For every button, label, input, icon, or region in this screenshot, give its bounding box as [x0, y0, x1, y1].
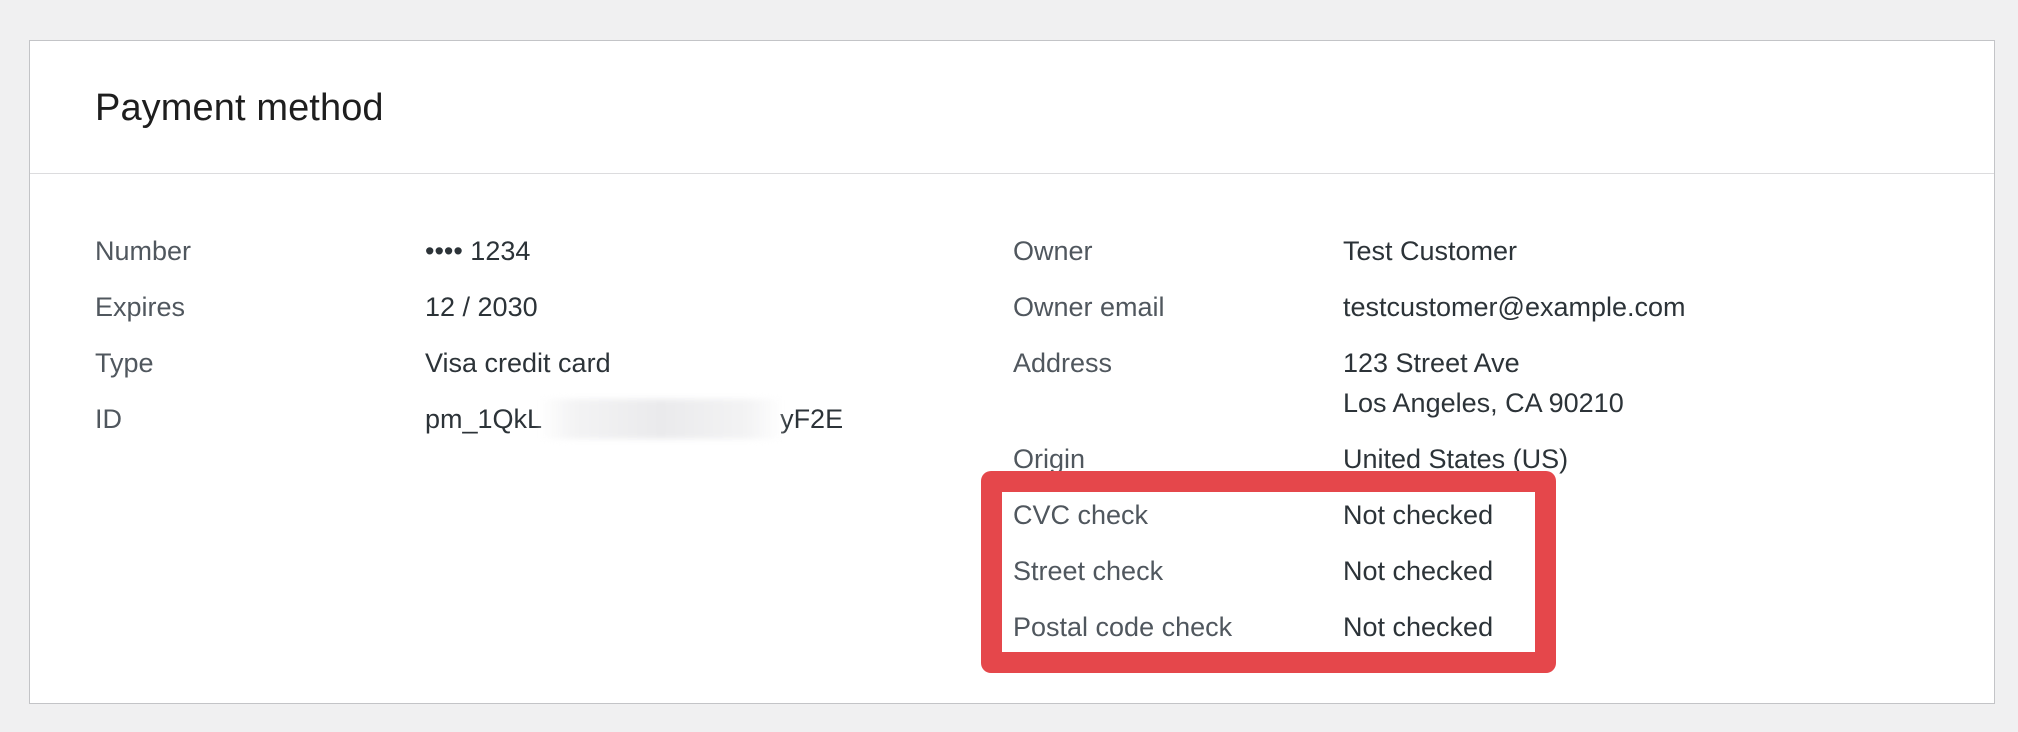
- cvc-check-label: CVC check: [1013, 500, 1149, 530]
- street-check-value: Not checked: [1343, 556, 1494, 586]
- id-value-prefix: pm_1QkL: [425, 404, 543, 434]
- expires-label: Expires: [95, 292, 186, 322]
- type-label: Type: [95, 348, 154, 378]
- payment-method-card: Payment method Number •••• 1234 Expires …: [29, 40, 1995, 704]
- origin-value: United States (US): [1343, 444, 1569, 474]
- number-label: Number: [95, 236, 192, 266]
- number-value: •••• 1234: [425, 236, 531, 266]
- id-redaction: [538, 399, 785, 439]
- id-value-suffix: yF2E: [780, 404, 844, 434]
- owner-label: Owner: [1013, 236, 1093, 266]
- owner-email-label: Owner email: [1013, 292, 1165, 322]
- address-line1: 123 Street Ave: [1343, 348, 1520, 378]
- cvc-check-value: Not checked: [1343, 500, 1494, 530]
- owner-value: Test Customer: [1343, 236, 1518, 266]
- street-check-label: Street check: [1013, 556, 1164, 586]
- id-label: ID: [95, 404, 122, 434]
- owner-email-value: testcustomer@example.com: [1343, 292, 1686, 322]
- origin-label: Origin: [1013, 444, 1086, 474]
- postal-code-check-value: Not checked: [1343, 612, 1494, 642]
- expires-value: 12 / 2030: [425, 292, 538, 322]
- card-header: Payment method: [30, 41, 1994, 174]
- address-label: Address: [1013, 348, 1113, 378]
- card-title: Payment method: [95, 87, 384, 129]
- id-value: pm_1QkL yF2E: [425, 399, 843, 439]
- postal-code-check-label: Postal code check: [1013, 612, 1233, 642]
- address-line2: Los Angeles, CA 90210: [1343, 388, 1624, 418]
- type-value: Visa credit card: [425, 348, 611, 378]
